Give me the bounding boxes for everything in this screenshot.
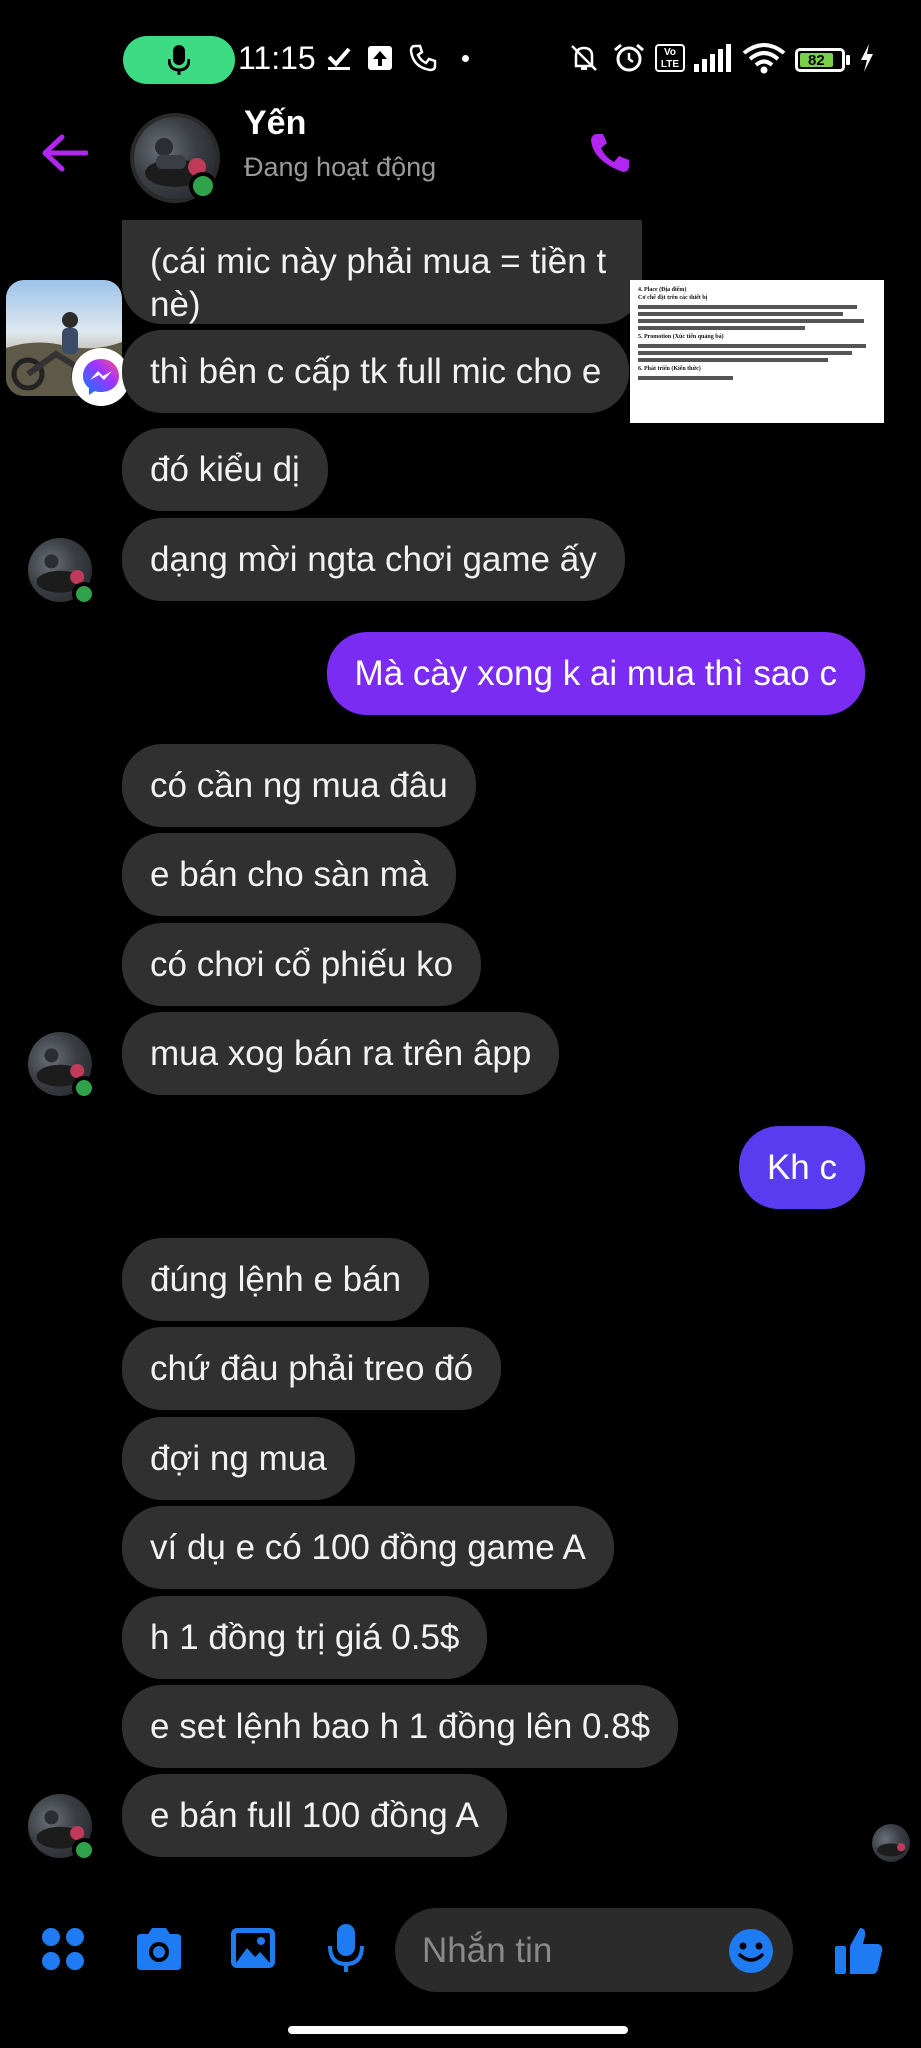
home-indicator[interactable] [288,2026,628,2034]
grid-dots-icon [42,1928,84,1970]
back-button[interactable] [40,133,89,178]
online-dot [72,1838,96,1862]
camera-icon [137,1928,181,1970]
upload-icon [367,42,393,74]
messenger-icon [83,359,119,395]
message-bubble[interactable]: có cần ng mua đâu [122,744,476,827]
message-input-placeholder: Nhắn tin [422,1931,553,1970]
mute-icon [568,42,600,74]
thumbs-up-icon [835,1928,883,1974]
shared-document-image[interactable]: 4. Place (Địa điểm) Cơ chế đặt trên các … [630,280,884,423]
doc-text-line [638,351,853,355]
doc-text-line [638,326,805,330]
doc-text-line [638,312,843,316]
battery-icon: 82 [795,48,845,72]
online-dot [72,1076,96,1100]
my-message-bubble[interactable]: Kh c [738,1126,865,1209]
message-list[interactable]: (cái mic này phải mua = tiền t nè) thì b… [0,220,921,1870]
status-time: 11:15 [238,40,316,76]
camera-button[interactable] [133,1926,185,1977]
read-receipt-avatar [872,1824,910,1862]
download-icon [326,42,352,74]
charging-icon [859,42,875,74]
message-bubble[interactable]: mua xog bán ra trên âpp [122,1012,560,1095]
message-bubble[interactable]: thì bên c cấp tk full mic cho e [122,330,630,413]
message-bubble[interactable]: đó kiểu dị [122,428,328,511]
alarm-icon [612,42,646,74]
doc-text-line [638,305,857,309]
contact-name[interactable]: Yến [244,104,306,143]
battery-tip [846,55,850,65]
message-bubble[interactable]: dạng mời ngta chơi game ấy [122,518,625,601]
dot-icon [462,42,469,74]
message-bubble[interactable]: đúng lệnh e bán [122,1238,430,1321]
gallery-button[interactable] [229,1926,277,1975]
doc-text-line [638,376,734,380]
signal-icon [692,42,732,74]
menu-button[interactable] [40,1926,86,1977]
image-icon [231,1928,275,1968]
message-bubble[interactable]: chứ đâu phải treo đó [122,1327,502,1410]
message-bubble[interactable]: e set lệnh bao h 1 đồng lên 0.8$ [122,1685,679,1768]
doc-text-line [638,344,867,348]
message-bubble[interactable]: có chơi cổ phiếu ko [122,923,482,1006]
phone-icon [591,134,629,172]
online-dot [72,582,96,606]
volte-icon: Vo LTE [655,42,685,74]
message-bubble[interactable]: h 1 đồng trị giá 0.5$ [122,1596,488,1679]
like-button[interactable] [833,1924,885,1981]
doc-text-line [638,319,865,323]
wifi-icon [742,42,786,74]
message-bubble[interactable]: e bán full 100 đồng A [122,1774,507,1857]
battery-level: 82 [800,52,833,69]
message-bubble[interactable]: đợi ng mua [122,1417,355,1500]
smiley-icon [729,1929,773,1973]
active-mic-indicator[interactable] [123,36,235,84]
my-message-bubble[interactable]: Mà cày xong k ai mua thì sao c [326,632,865,715]
doc-text-line [638,358,829,362]
call-icon [408,42,438,74]
message-bubble[interactable]: (cái mic này phải mua = tiền t nè) [122,220,642,324]
contact-status: Đang hoạt động [244,152,437,182]
call-button[interactable] [588,131,632,180]
message-bubble[interactable]: e bán cho sàn mà [122,833,457,916]
emoji-button[interactable] [727,1927,775,1980]
message-bubble[interactable]: ví dụ e có 100 đồng game A [122,1506,614,1589]
microphone-icon [328,1924,364,1972]
mic-icon [168,45,190,75]
voice-button[interactable] [326,1922,366,1979]
arrow-left-icon [42,134,89,172]
header-online-dot [189,172,217,200]
